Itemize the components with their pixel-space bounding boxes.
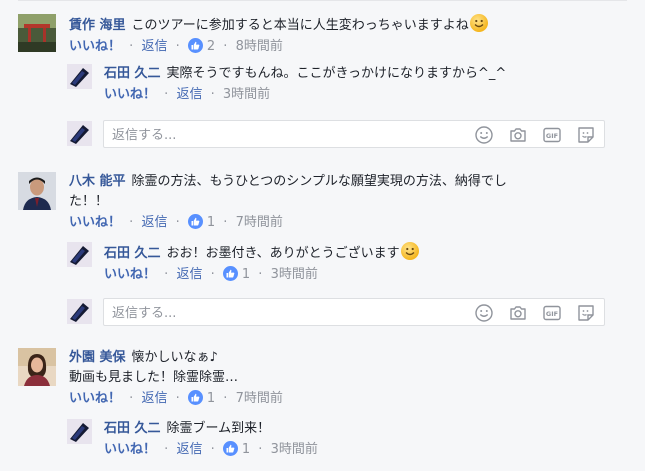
- like-button[interactable]: いいね！: [104, 267, 156, 282]
- divider: [18, 0, 627, 1]
- like-count[interactable]: 1: [242, 442, 250, 457]
- emoji-icon[interactable]: [474, 125, 494, 145]
- reply-input-container[interactable]: GIF: [103, 298, 605, 326]
- reply-button[interactable]: 返信: [141, 39, 167, 54]
- timestamp[interactable]: 7時間前: [236, 391, 283, 406]
- reply-text: 除霊ブーム到来！: [166, 421, 271, 436]
- avatar: [67, 121, 92, 146]
- like-count[interactable]: 1: [242, 267, 250, 282]
- comment-text: このツアーに参加すると本当に人生変わっちゃいますよね: [131, 18, 469, 33]
- gif-icon[interactable]: GIF: [542, 303, 562, 323]
- like-count[interactable]: 1: [207, 215, 215, 230]
- avatar[interactable]: [18, 172, 56, 210]
- like-count-icon[interactable]: [222, 441, 238, 456]
- reply-button[interactable]: 返信: [176, 267, 202, 282]
- like-count-icon[interactable]: [187, 390, 203, 405]
- reply-author[interactable]: 石田 久二: [104, 246, 161, 261]
- comment-author[interactable]: 賃作 海里: [69, 18, 126, 33]
- comment-author[interactable]: 八木 能平: [69, 174, 126, 189]
- svg-text:GIF: GIF: [546, 310, 558, 318]
- reply-button[interactable]: 返信: [141, 391, 167, 406]
- gif-icon[interactable]: GIF: [542, 125, 562, 145]
- avatar[interactable]: [67, 242, 92, 267]
- reply-input-container[interactable]: GIF: [103, 120, 605, 148]
- timestamp[interactable]: 3時間前: [271, 267, 318, 282]
- like-button[interactable]: いいね！: [69, 215, 121, 230]
- smiley-emoji-icon: [469, 14, 488, 32]
- comment-author[interactable]: 外園 美保: [69, 350, 126, 365]
- comment-text-continued: た！！: [69, 194, 109, 209]
- comment-text: 懐かしいなぁ♪: [131, 350, 218, 365]
- timestamp[interactable]: 8時間前: [236, 39, 283, 54]
- reply-input[interactable]: [112, 304, 412, 322]
- comment-text: 除霊の方法、もうひとつのシンプルな願望実現の方法、納得でし: [131, 174, 507, 189]
- timestamp[interactable]: 3時間前: [271, 442, 318, 457]
- reply-input[interactable]: [112, 126, 412, 144]
- camera-icon[interactable]: [508, 303, 528, 323]
- sticker-icon[interactable]: [576, 125, 596, 145]
- like-button[interactable]: いいね！: [104, 442, 156, 457]
- smiley-emoji-icon: [400, 242, 419, 260]
- reply-text: おお！お墨付き、ありがとうございます: [166, 246, 400, 261]
- reply-button[interactable]: 返信: [176, 87, 202, 102]
- avatar: [67, 299, 92, 324]
- like-count-icon[interactable]: [222, 266, 238, 281]
- emoji-icon[interactable]: [474, 303, 494, 323]
- svg-text:GIF: GIF: [546, 132, 558, 140]
- reply-box: GIF: [67, 120, 605, 148]
- timestamp[interactable]: 7時間前: [236, 215, 283, 230]
- avatar[interactable]: [67, 64, 92, 89]
- like-count[interactable]: 1: [207, 391, 215, 406]
- like-count-icon[interactable]: [187, 38, 203, 53]
- reply-button[interactable]: 返信: [176, 442, 202, 457]
- camera-icon[interactable]: [508, 125, 528, 145]
- reply-text: 実際そうですもんね。ここがきっかけになりますから^_^: [166, 66, 507, 81]
- reply-author[interactable]: 石田 久二: [104, 66, 161, 81]
- like-count[interactable]: 2: [207, 39, 215, 54]
- separator: ·: [129, 39, 134, 54]
- comment-text-continued: 動画も見ました！除霊除霊…: [69, 370, 239, 385]
- like-button[interactable]: いいね！: [104, 87, 156, 102]
- reply-button[interactable]: 返信: [141, 215, 167, 230]
- like-button[interactable]: いいね！: [69, 39, 121, 54]
- avatar[interactable]: [18, 14, 56, 52]
- like-count-icon[interactable]: [187, 214, 203, 229]
- reply-author[interactable]: 石田 久二: [104, 421, 161, 436]
- timestamp[interactable]: 3時間前: [223, 87, 270, 102]
- like-button[interactable]: いいね！: [69, 391, 121, 406]
- sticker-icon[interactable]: [576, 303, 596, 323]
- avatar[interactable]: [67, 419, 92, 444]
- avatar[interactable]: [18, 348, 56, 386]
- reply-box: GIF: [67, 298, 605, 326]
